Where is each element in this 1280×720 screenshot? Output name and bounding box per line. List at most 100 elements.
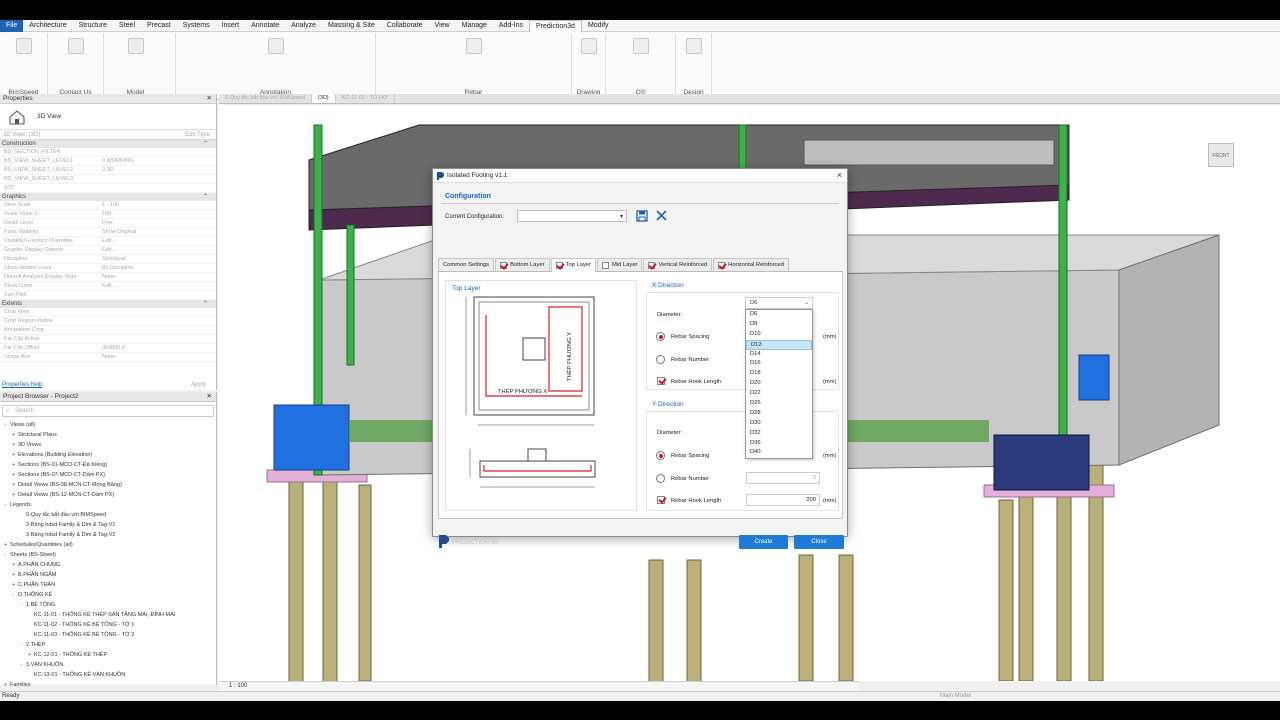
view-cube[interactable]: FRONT — [1206, 143, 1236, 173]
property-value[interactable]: Structural — [102, 255, 126, 264]
type-selector[interactable]: 3D View — [0, 104, 216, 130]
tree-node[interactable]: - Legends — [0, 500, 216, 510]
section-construction[interactable]: Construction ⌃ — [0, 140, 216, 148]
tool-icon[interactable] — [686, 38, 702, 54]
ribbon-tab[interactable]: Precast — [141, 20, 177, 32]
ribbon-tab[interactable]: Collaborate — [381, 20, 429, 32]
property-row[interactable]: Visibility/Graphics Overrides Edit... — [0, 237, 216, 246]
delete-icon[interactable] — [655, 209, 668, 222]
property-row[interactable]: Graphic Display Options Edit... — [0, 246, 216, 255]
property-row[interactable]: Far Clip Offset 304800.0 — [0, 344, 216, 353]
tab-enable-checkbox[interactable] — [500, 261, 508, 269]
tree-node[interactable]: KC-11-03 - THỐNG KÊ BÊ TÔNG - TỜ 2 — [0, 630, 216, 640]
tab-enable-checkbox[interactable] — [648, 261, 656, 269]
ribbon-tab[interactable]: Prediction3d — [529, 20, 582, 32]
property-row[interactable]: View Scale 1 : 100 — [0, 201, 216, 210]
tree-node[interactable]: -3.VÁN KHUÔN — [0, 660, 216, 670]
property-value[interactable]: None — [102, 273, 115, 282]
tab-enable-checkbox[interactable] — [602, 261, 610, 269]
tab-enable-checkbox[interactable] — [555, 262, 563, 269]
tool-icon[interactable] — [466, 38, 482, 54]
property-value[interactable]: Edit... — [102, 246, 116, 255]
document-tab[interactable]: 0-Quy tắc bắt đầu với BIMSpeed — [219, 94, 313, 103]
current-configuration-select[interactable]: ▾ — [517, 210, 627, 222]
properties-help-link[interactable]: Properties help — [2, 382, 42, 388]
tool-icon[interactable] — [581, 38, 597, 54]
tree-node[interactable]: + Elevations (Building Elevation) — [0, 450, 216, 460]
tree-node[interactable]: KC-11-01 - THỐNG KÊ THÉP SÀN TẦNG MÁI, Đ… — [0, 610, 216, 620]
document-tab[interactable]: {3D} — [312, 94, 336, 103]
tree-node[interactable]: + Schedules/Quantities (all) — [0, 540, 216, 550]
section-extents[interactable]: Extents ⌃ — [0, 300, 216, 308]
ribbon-tab[interactable]: Massing & Site — [322, 20, 381, 32]
property-row[interactable]: Crop Region Visible — [0, 317, 216, 326]
active-model[interactable]: Main Model — [940, 692, 971, 701]
y-rebar-number-radio[interactable] — [656, 474, 665, 483]
save-icon[interactable] — [636, 210, 648, 222]
view-scale[interactable]: 1 : 100 — [229, 683, 247, 689]
diameter-option[interactable]: D25 — [746, 399, 812, 409]
edit-type-button[interactable]: Edit Type — [185, 130, 210, 140]
tree-node[interactable]: -2.THÉP — [0, 640, 216, 650]
property-row[interactable]: BS_SECTION_FILTER — [0, 148, 216, 157]
property-value[interactable]: 0 WORKING — [102, 157, 133, 166]
tree-node[interactable]: + Detail Views (BS-08-MCN-CT-Móng Băng) — [0, 480, 216, 490]
diameter-option[interactable]: D32 — [746, 429, 812, 439]
ribbon-tab[interactable]: Systems — [177, 20, 216, 32]
collapse-icon[interactable]: ⌃ — [203, 193, 208, 201]
tree-node[interactable]: 2-Bảng hdsd Family & Dim & Tag-V1 — [0, 520, 216, 530]
ribbon-tab[interactable]: Insert — [216, 20, 246, 32]
tree-node[interactable]: + KC-12-01 - THỐNG KÊ THÉP — [0, 650, 216, 660]
diameter-option[interactable]: D20 — [746, 379, 812, 389]
property-row[interactable]: Scope Box None — [0, 353, 216, 362]
tab-vertical-reinforced[interactable]: Vertical Reinforced — [643, 258, 713, 271]
property-value[interactable]: Show Original — [102, 228, 136, 237]
ribbon-tab[interactable]: Add-Ins — [493, 20, 529, 32]
diameter-option[interactable]: D36 — [746, 439, 812, 449]
tree-node[interactable]: KC-11-02 - THỐNG KÊ BÊ TÔNG - TỜ 1 — [0, 620, 216, 630]
tab-bottom-layer[interactable]: Bottom Layer — [495, 258, 550, 271]
diameter-option[interactable]: D22 — [746, 389, 812, 399]
property-row[interactable]: BS_VIEW_SHEET_LEVEL3 — [0, 175, 216, 184]
property-row[interactable]: Parts Visibility Show Original — [0, 228, 216, 237]
instance-selector[interactable]: 3D View: {3D} Edit Type — [0, 130, 216, 140]
view-cube-face[interactable]: FRONT — [1208, 143, 1234, 167]
property-value[interactable]: By Discipline — [102, 264, 133, 273]
property-row[interactable]: Show Grids Edit... — [0, 282, 216, 291]
tree-node[interactable]: + Families — [0, 680, 216, 690]
document-tab[interactable]: KC-11-01 - TỔ HỢ — [336, 94, 395, 103]
tab-mid-layer[interactable]: Mid Layer — [597, 258, 643, 271]
tree-node[interactable]: + Sections (BS-07-MCD-CT-Dầm PX) — [0, 470, 216, 480]
property-value[interactable]: 100 — [102, 210, 111, 219]
diameter-option[interactable]: D28 — [746, 409, 812, 419]
property-value[interactable]: Edit... — [102, 282, 116, 291]
property-row[interactable]: BS_VIEW_SHEET_LEVEL2 2.3D — [0, 166, 216, 175]
tree-node[interactable]: - Views (all) — [0, 420, 216, 430]
property-row[interactable]: Default Analysis Display Style None — [0, 273, 216, 282]
property-value[interactable]: 304800.0 — [102, 344, 125, 353]
x-rebar-number-radio[interactable] — [656, 355, 665, 364]
property-value[interactable]: 1 : 100 — [102, 201, 119, 210]
property-row[interactable]: Sun Path — [0, 291, 216, 300]
ribbon-tab[interactable]: Analyze — [285, 20, 322, 32]
close-icon[interactable]: ✕ — [207, 392, 212, 402]
x-rebar-spacing-radio[interactable] — [656, 332, 665, 341]
diameter-option[interactable]: D6 — [746, 310, 812, 320]
ribbon-tab[interactable]: Manage — [456, 20, 493, 32]
diameter-option[interactable]: D12 — [746, 339, 812, 350]
property-row[interactable]: Annotation Crop — [0, 326, 216, 335]
property-row[interactable]: BS_VIEW_SHEET_LEVEL1 0 WORKING — [0, 157, 216, 166]
y-rebar-spacing-radio[interactable] — [656, 451, 665, 460]
property-row[interactable]: Far Clip Active — [0, 335, 216, 344]
tree-node[interactable]: + C.PHẦN THÂN — [0, 580, 216, 590]
ribbon-tab[interactable]: Annotate — [245, 20, 285, 32]
property-row[interactable]: Discipline Structural — [0, 255, 216, 264]
ribbon-tab[interactable]: File — [0, 20, 24, 32]
y-rebar-hook-length-checkbox[interactable] — [657, 496, 665, 504]
tree-node[interactable]: - Sheets (BS-Sheet) — [0, 550, 216, 560]
diameter-option[interactable]: D30 — [746, 419, 812, 429]
tool-icon[interactable] — [68, 38, 84, 54]
tree-node[interactable]: + Sections (BS-01-MCD-CT-Đà Kiềng) — [0, 460, 216, 470]
diameter-option[interactable]: D40 — [746, 448, 812, 458]
x-rebar-hook-length-checkbox[interactable] — [657, 377, 665, 385]
